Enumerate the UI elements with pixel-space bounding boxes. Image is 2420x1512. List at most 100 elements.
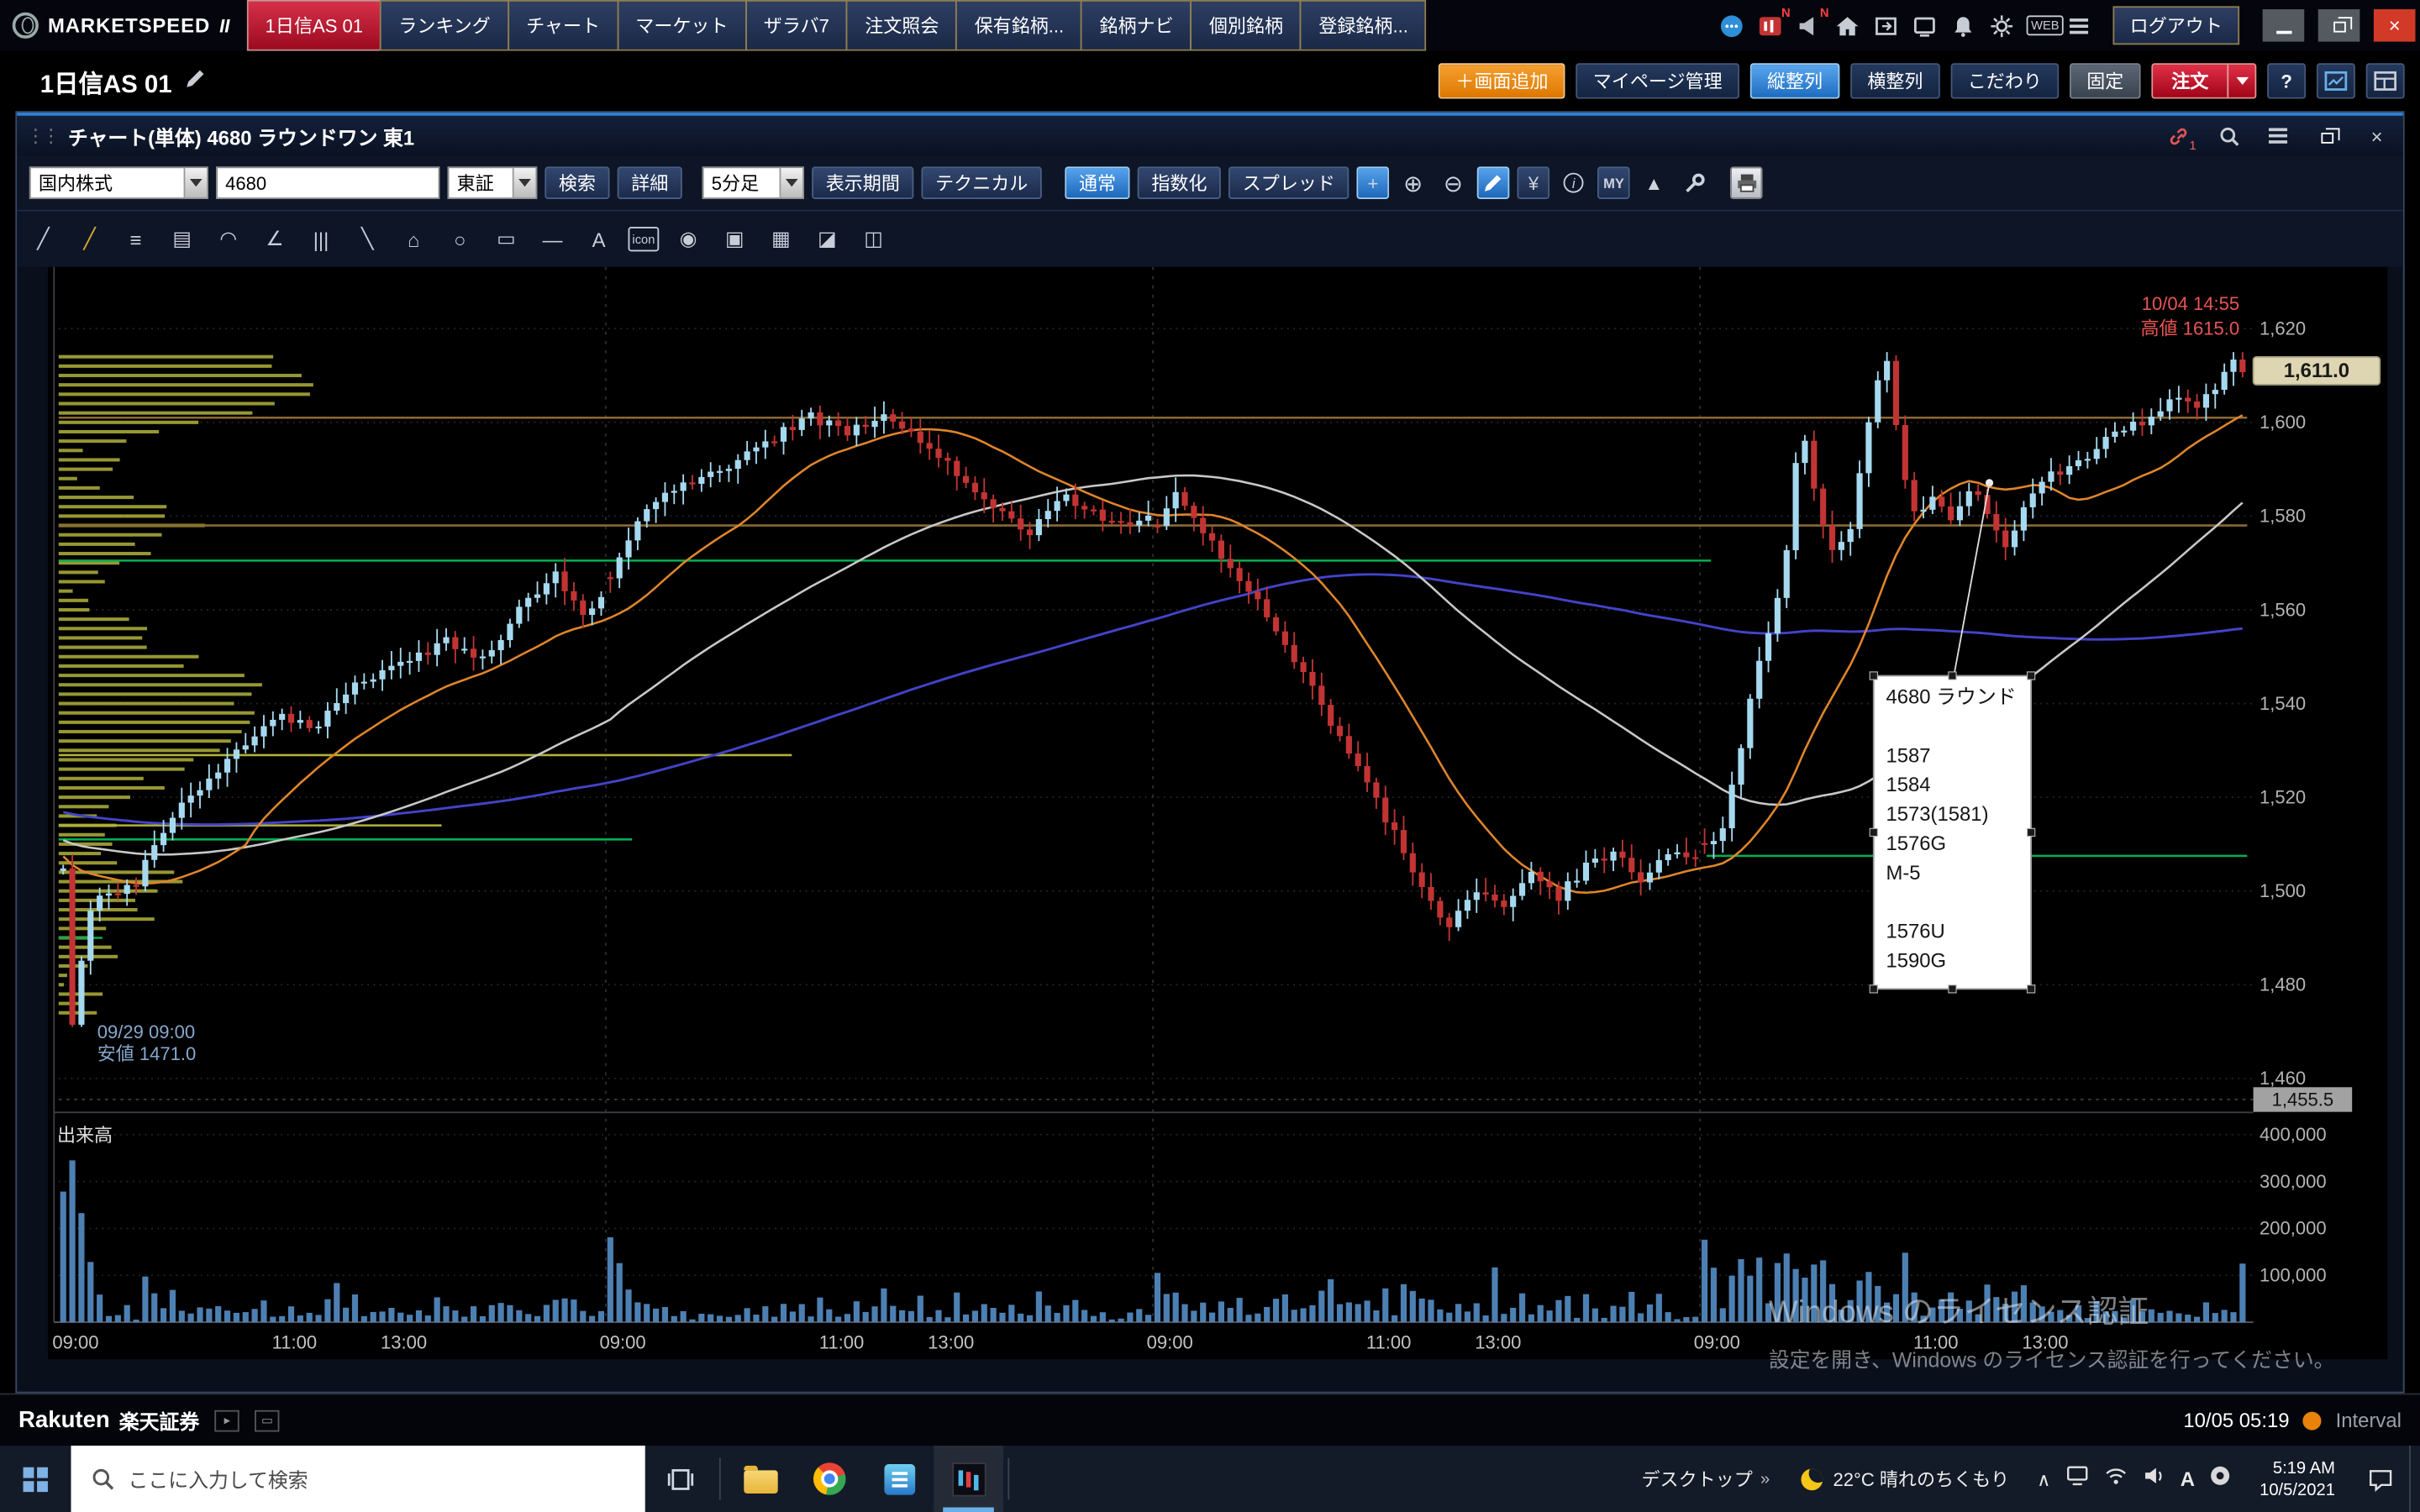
zoom-out-icon[interactable]: ⊖ xyxy=(1437,166,1470,199)
desktop-toolbar[interactable]: デスクトップ » xyxy=(1626,1446,1785,1512)
ime-a-icon[interactable]: A xyxy=(2181,1467,2195,1491)
note-resize-handle[interactable] xyxy=(2028,985,2035,993)
dock-window-icon[interactable]: ▭ xyxy=(255,1410,279,1431)
rectangle-shape-icon[interactable]: ▭ xyxy=(489,222,523,255)
web-link-icon[interactable]: WEB xyxy=(2027,12,2054,39)
close-button[interactable]: × xyxy=(2374,9,2416,42)
ime-mode-icon[interactable] xyxy=(2208,1463,2232,1494)
market-select[interactable]: 国内株式 xyxy=(29,166,208,199)
spread-mode-button[interactable]: スプレッド xyxy=(1228,166,1349,199)
symbol-code-input[interactable]: 4680 xyxy=(216,166,439,199)
align-horizontal-button[interactable]: 横整列 xyxy=(1850,63,1940,98)
home-icon[interactable] xyxy=(1833,12,1861,39)
vertical-lines-icon[interactable]: ||| xyxy=(304,222,338,255)
tray-expand-icon[interactable]: ∧ xyxy=(2037,1468,2050,1490)
draw-pencil-icon[interactable] xyxy=(1477,166,1510,199)
dense-lines-icon[interactable]: ▤ xyxy=(166,222,199,255)
settings-gear-icon[interactable] xyxy=(1988,12,2016,39)
circle-shape-icon[interactable]: ○ xyxy=(443,222,476,255)
indexed-mode-button[interactable]: 指数化 xyxy=(1138,166,1221,199)
eraser-all-icon[interactable]: ◫ xyxy=(856,222,890,255)
restore-button[interactable] xyxy=(2318,9,2360,42)
technical-button[interactable]: テクニカル xyxy=(922,166,1042,199)
yen-display-icon[interactable]: ¥ xyxy=(1518,166,1550,199)
note-resize-handle[interactable] xyxy=(1949,985,1956,993)
edit-title-icon[interactable] xyxy=(184,66,208,97)
menu-icon[interactable] xyxy=(2065,12,2093,39)
link-group-icon[interactable]: 1 xyxy=(2162,122,2196,150)
horizontal-segment-icon[interactable]: — xyxy=(535,222,569,255)
interval-select[interactable]: 5分足 xyxy=(702,166,804,199)
info-icon[interactable]: i xyxy=(1557,166,1590,199)
order-button[interactable]: 注文 xyxy=(2151,63,2256,98)
chrome-icon[interactable] xyxy=(795,1446,865,1512)
main-tab-4[interactable]: マーケット xyxy=(617,0,746,51)
layers-icon[interactable]: ▦ xyxy=(764,222,797,255)
steep-line-icon[interactable]: ╲ xyxy=(350,222,384,255)
chart-window-titlebar[interactable]: ⋮⋮ チャート(単体) 4680 ラウンドワン 東1 1 × xyxy=(17,113,2403,155)
angle-line-icon[interactable]: ∠ xyxy=(258,222,292,255)
support-chat-icon[interactable] xyxy=(1718,12,1745,39)
show-desktop-button[interactable] xyxy=(2409,1446,2420,1512)
bell-icon[interactable] xyxy=(1949,12,1977,39)
marketspeed-taskbar-icon[interactable] xyxy=(934,1446,1003,1512)
note-resize-handle[interactable] xyxy=(1870,672,1877,680)
settings-wrench-icon[interactable] xyxy=(1678,166,1711,199)
eraser-icon[interactable]: ◪ xyxy=(810,222,844,255)
task-view-button[interactable] xyxy=(645,1446,715,1512)
volume-tray-icon[interactable] xyxy=(2142,1463,2166,1494)
main-tab-10[interactable]: 登録銘柄... xyxy=(1300,0,1427,51)
cast-icon[interactable] xyxy=(1911,12,1939,39)
start-button[interactable] xyxy=(0,1446,71,1512)
logout-button[interactable]: ログアウト xyxy=(2112,6,2239,45)
window-layout-icon[interactable] xyxy=(2366,63,2405,98)
detail-button[interactable]: 詳細 xyxy=(618,166,682,199)
trendline-icon[interactable]: ╱ xyxy=(26,222,60,255)
notes-app-icon[interactable] xyxy=(865,1446,934,1512)
print-icon[interactable] xyxy=(1730,166,1763,199)
display-period-button[interactable]: 表示期間 xyxy=(812,166,913,199)
pin-layout-button[interactable]: 固定 xyxy=(2070,63,2141,98)
announcement-icon[interactable]: N xyxy=(1795,12,1823,39)
weather-widget[interactable]: 22°C 晴れのちくもり xyxy=(1786,1446,2025,1512)
main-tab-1[interactable]: 1日信AS 01 xyxy=(247,0,381,51)
note-resize-handle[interactable] xyxy=(2028,828,2035,836)
mountain-chart-icon[interactable]: ▲ xyxy=(1638,166,1670,199)
main-tab-9[interactable]: 個別銘柄 xyxy=(1191,0,1302,51)
normal-mode-button[interactable]: 通常 xyxy=(1065,166,1129,199)
file-explorer-icon[interactable] xyxy=(725,1446,795,1512)
icon-stamp-tool[interactable]: icon xyxy=(629,227,660,251)
window-close-icon[interactable]: × xyxy=(2360,122,2393,150)
text-tool-icon[interactable]: A xyxy=(581,222,615,255)
pencil-icon[interactable]: ╱ xyxy=(72,222,106,255)
action-center-button[interactable] xyxy=(2350,1446,2409,1512)
main-tab-6[interactable]: 注文照会 xyxy=(846,0,957,51)
window-maximize-icon[interactable] xyxy=(2311,122,2344,150)
order-dropdown-caret[interactable] xyxy=(2227,65,2254,97)
main-tab-8[interactable]: 銘柄ナビ xyxy=(1081,0,1192,51)
horizontal-lines-icon[interactable]: ≡ xyxy=(118,222,152,255)
display-tray-icon[interactable] xyxy=(2065,1463,2089,1494)
note-resize-handle[interactable] xyxy=(1870,828,1877,836)
window-menu-icon[interactable] xyxy=(2261,122,2295,150)
copy-tool-icon[interactable]: ▣ xyxy=(718,222,751,255)
add-pane-icon[interactable]: + xyxy=(1357,166,1390,199)
search-button[interactable]: 検索 xyxy=(544,166,609,199)
market-app-icon[interactable]: N xyxy=(1756,12,1784,39)
chart-plot-area[interactable]: 1,6201,6001,5801,5601,5401,5201,5001,480… xyxy=(48,267,2387,1359)
zoom-in-icon[interactable]: ⊕ xyxy=(1397,166,1429,199)
network-tray-icon[interactable] xyxy=(2103,1463,2128,1494)
add-screen-button[interactable]: ＋画面追加 xyxy=(1439,63,1565,98)
minimize-button[interactable] xyxy=(2263,9,2305,42)
note-resize-handle[interactable] xyxy=(1949,672,1956,680)
exchange-select[interactable]: 東証 xyxy=(448,166,538,199)
polygon-icon[interactable]: ⌂ xyxy=(397,222,430,255)
taskbar-clock[interactable]: 5:19 AM 10/5/2021 xyxy=(2244,1446,2351,1512)
main-tab-2[interactable]: ランキング xyxy=(380,0,509,51)
align-vertical-button[interactable]: 縦整列 xyxy=(1750,63,1840,98)
note-resize-handle[interactable] xyxy=(2028,672,2035,680)
arc-icon[interactable]: ◠ xyxy=(212,222,245,255)
popup-chart-icon[interactable] xyxy=(2317,63,2355,98)
dock-expand-icon[interactable]: ▸ xyxy=(215,1410,239,1431)
drag-handle-icon[interactable]: ⋮⋮ xyxy=(26,125,57,147)
